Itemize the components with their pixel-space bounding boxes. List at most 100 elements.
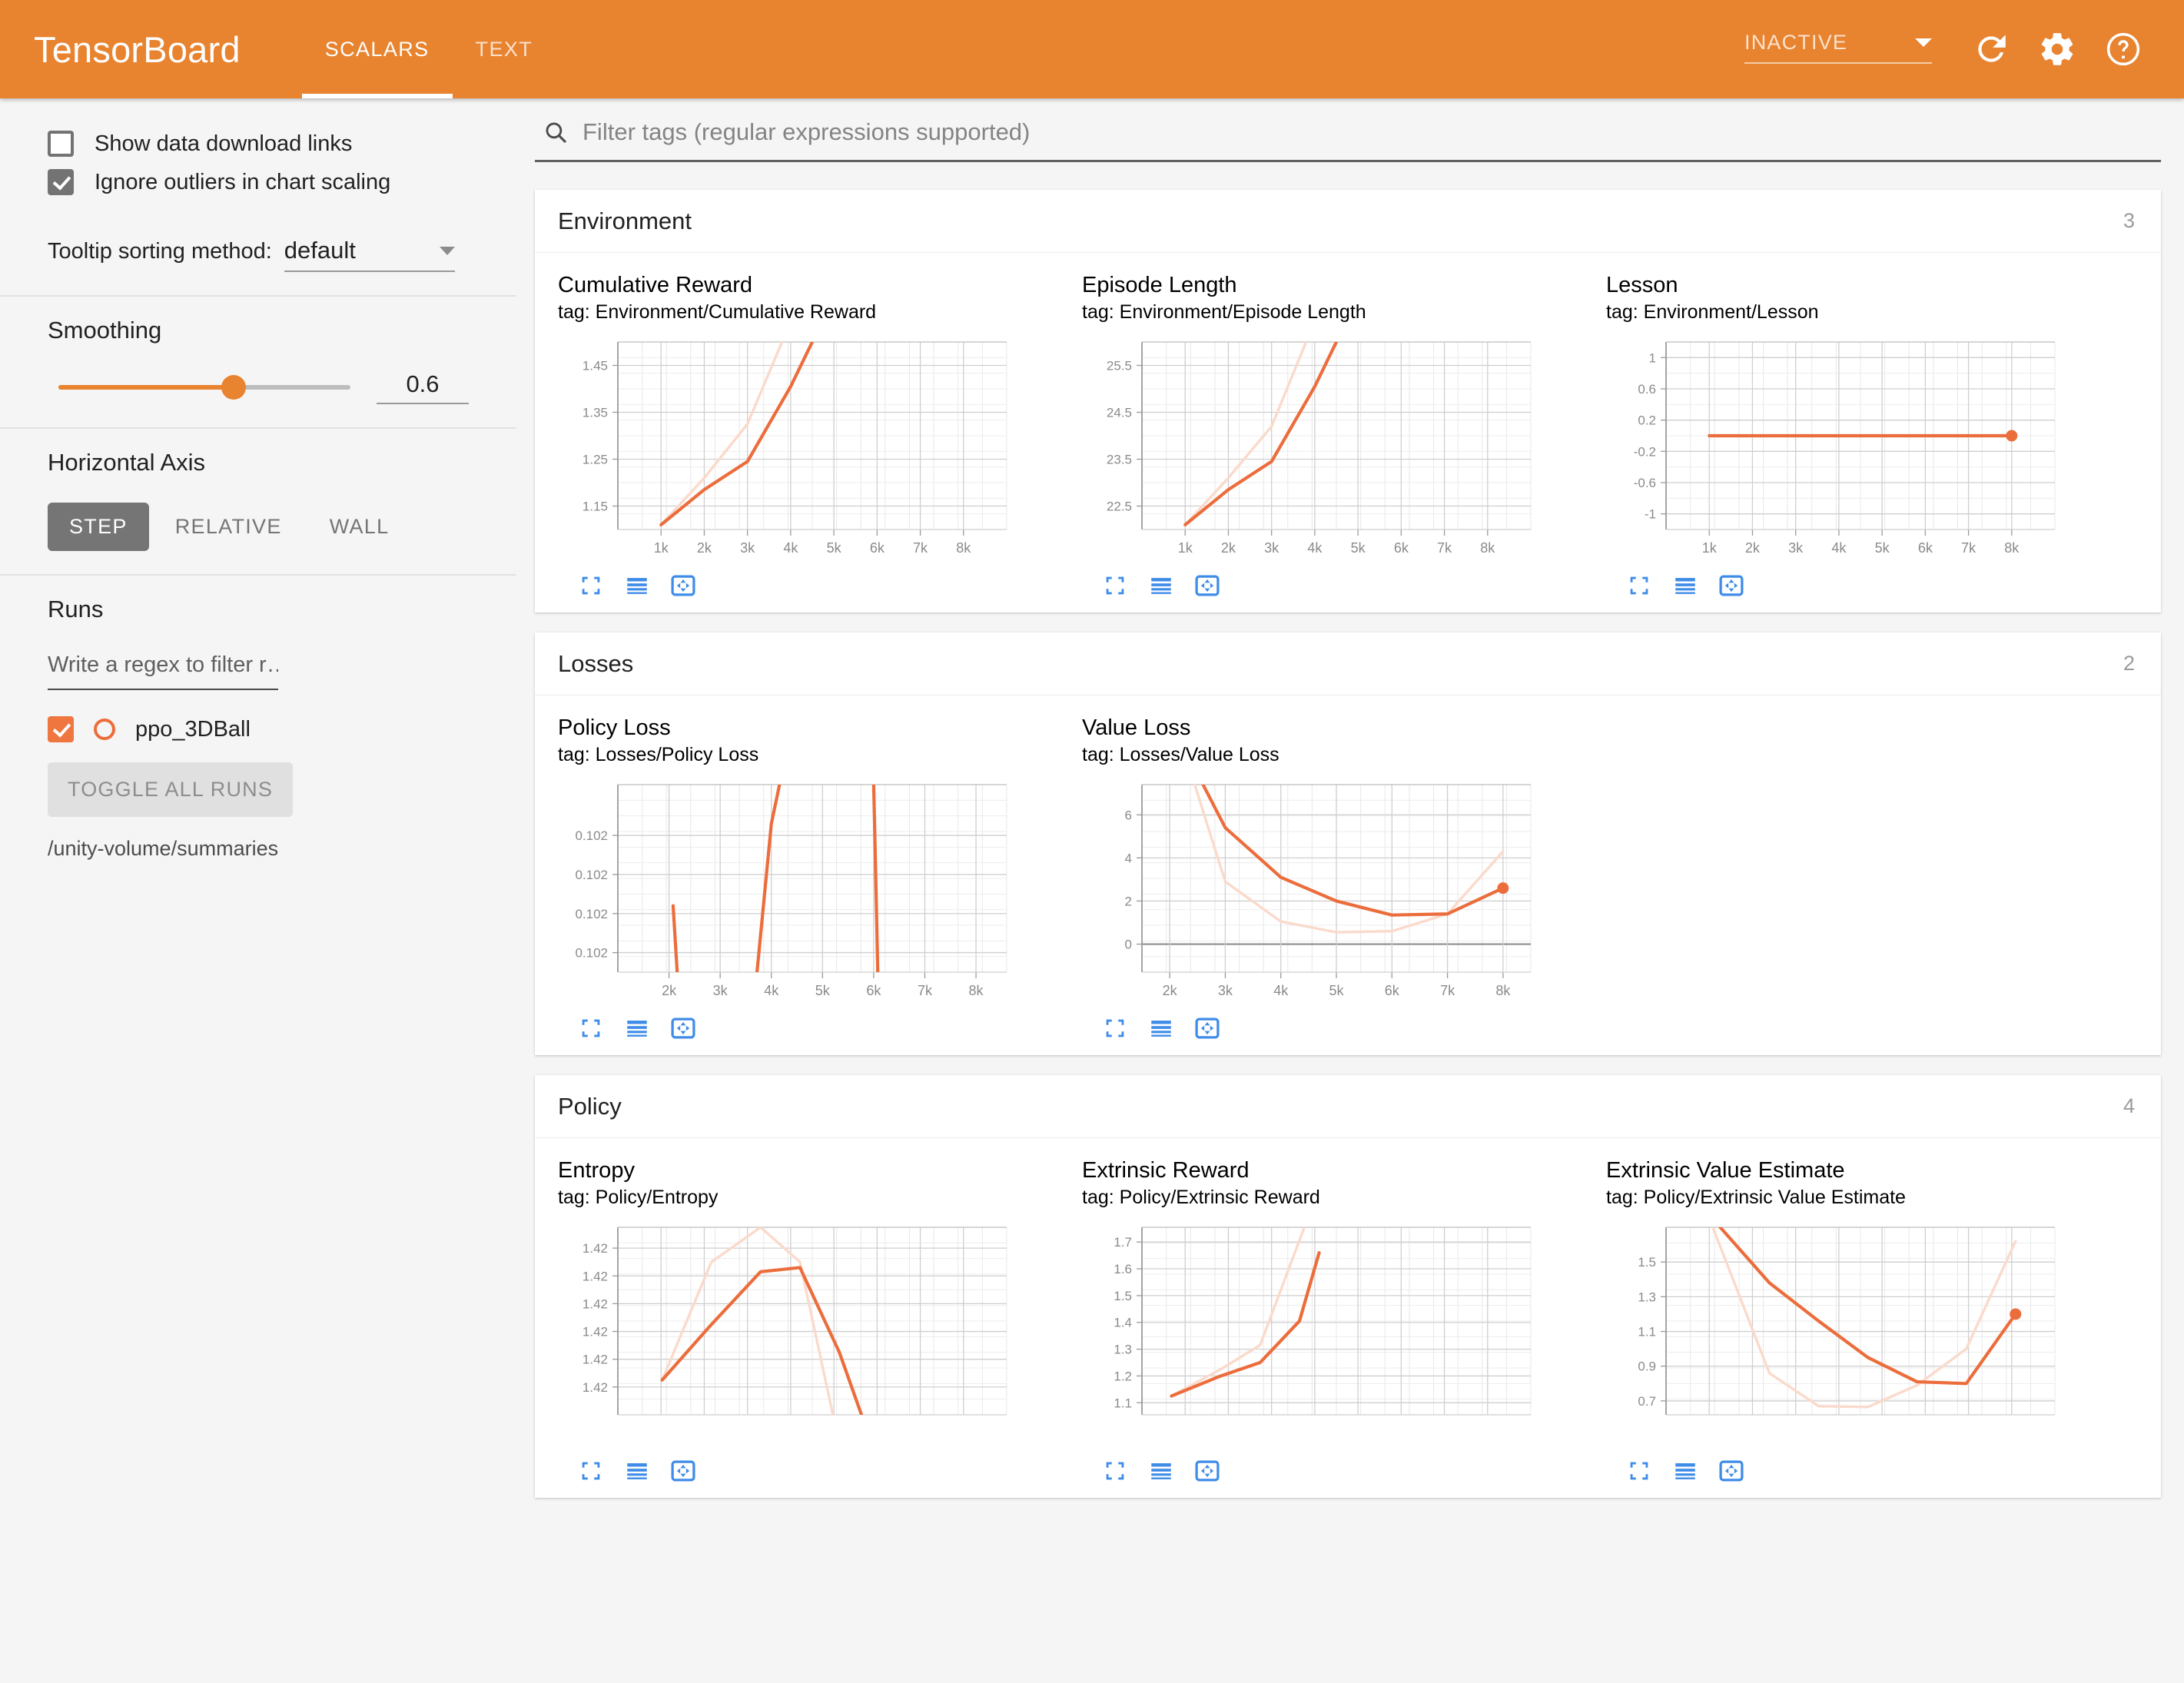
- expand-icon: [1630, 576, 1648, 595]
- svg-text:3k: 3k: [1218, 983, 1233, 998]
- expand-chart-button[interactable]: [578, 1458, 604, 1484]
- run-checkbox[interactable]: [48, 716, 74, 742]
- ignore-outliers-checkbox[interactable]: [48, 169, 74, 195]
- horizontal-axis-heading: Horizontal Axis: [48, 449, 206, 476]
- toggle-y-axis-button[interactable]: [624, 1015, 650, 1041]
- tab-scalars[interactable]: SCALARS: [301, 0, 453, 98]
- pan-icon: [671, 1460, 695, 1482]
- svg-text:1.4: 1.4: [1114, 1316, 1132, 1330]
- expand-chart-button[interactable]: [578, 1015, 604, 1041]
- app-body: Show data download links Ignore outliers…: [0, 98, 2184, 1683]
- svg-text:1.3: 1.3: [1638, 1290, 1656, 1304]
- svg-text:4: 4: [1125, 851, 1132, 865]
- expand-chart-button[interactable]: [1626, 573, 1652, 599]
- chart-plot-entropy[interactable]: 1.42 1.42 1.42 1.42 1.42 1.42: [558, 1220, 1082, 1450]
- svg-text:25.5: 25.5: [1107, 359, 1132, 373]
- run-item-ppo-3dball[interactable]: ppo_3DBall: [48, 716, 469, 742]
- svg-text:1k: 1k: [1702, 540, 1718, 556]
- toggle-y-axis-button[interactable]: [1148, 1458, 1174, 1484]
- svg-text:6k: 6k: [870, 540, 885, 556]
- chart-title: Lesson: [1606, 273, 1678, 297]
- toggle-y-axis-button[interactable]: [1148, 1015, 1174, 1041]
- tab-text[interactable]: TEXT: [453, 0, 556, 98]
- toggle-y-axis-button[interactable]: [624, 573, 650, 599]
- tooltip-sorting-select[interactable]: default: [284, 237, 455, 272]
- reset-zoom-button[interactable]: [1194, 1458, 1220, 1484]
- header-actions: INACTIVE: [1744, 16, 2156, 82]
- svg-text:4k: 4k: [783, 540, 798, 556]
- svg-text:5k: 5k: [815, 983, 831, 998]
- runs-filter-input[interactable]: [48, 649, 278, 690]
- expand-chart-button[interactable]: [578, 573, 604, 599]
- expand-chart-button[interactable]: [1102, 1458, 1128, 1484]
- runs-heading: Runs: [48, 596, 104, 622]
- chart-tag: tag: Losses/Policy Loss: [558, 744, 759, 765]
- svg-text:8k: 8k: [956, 540, 971, 556]
- help-icon: [2106, 32, 2140, 66]
- chart-plot-episode_length[interactable]: 22.5 23.5 24.5 25.5 1k 2k 3k 4k 5k 6k 7k 8k: [1082, 334, 1606, 565]
- sidebar-smoothing: Smoothing 0.6: [0, 297, 516, 429]
- chart-plot-value_loss[interactable]: 0 2 4 6 2k 3k 4k 5k 6k 7k 8k: [1082, 777, 1606, 1007]
- axis-option-step[interactable]: STEP: [48, 503, 149, 551]
- lines-icon: [1675, 1463, 1695, 1479]
- toggle-y-axis-button[interactable]: [1148, 573, 1174, 599]
- ignore-outliers-row[interactable]: Ignore outliers in chart scaling: [48, 169, 469, 195]
- section-header-environment[interactable]: Environment 3: [535, 190, 2161, 253]
- toggle-y-axis-button[interactable]: [1672, 573, 1698, 599]
- svg-text:7k: 7k: [913, 540, 928, 556]
- section-header-policy[interactable]: Policy 4: [535, 1075, 2161, 1138]
- svg-text:7k: 7k: [1961, 540, 1977, 556]
- reset-zoom-button[interactable]: [670, 1458, 696, 1484]
- toggle-all-runs-button[interactable]: TOGGLE ALL RUNS: [48, 762, 294, 817]
- sections-container: Environment 3 Cumulative Reward tag: Env…: [535, 190, 2161, 1498]
- expand-chart-button[interactable]: [1102, 573, 1128, 599]
- run-status-selector[interactable]: INACTIVE: [1744, 31, 1932, 68]
- smoothing-value[interactable]: 0.6: [377, 370, 469, 404]
- chart-toolbar: [1082, 565, 1606, 612]
- chart-plot-lesson[interactable]: -1 -0.6 -0.2 0.2 0.6 1 1k 2k 3k 4k 5k 6k 7k 8k: [1606, 334, 2130, 565]
- reset-zoom-button[interactable]: [670, 573, 696, 599]
- reset-zoom-button[interactable]: [1718, 1458, 1744, 1484]
- tag-filter-bar[interactable]: Filter tags (regular expressions support…: [535, 118, 2161, 162]
- chart-card-extrinsic_value_estimate: Extrinsic Value Estimate tag: Policy/Ext…: [1606, 1158, 2130, 1498]
- chart-card-lesson: Lesson tag: Environment/Lesson -1 -0.6 -0.…: [1606, 273, 2130, 612]
- reset-zoom-button[interactable]: [670, 1015, 696, 1041]
- reset-zoom-button[interactable]: [1194, 1015, 1220, 1041]
- svg-text:4k: 4k: [764, 983, 779, 998]
- smoothing-slider[interactable]: [58, 375, 350, 400]
- show-download-links-row[interactable]: Show data download links: [48, 131, 469, 157]
- axis-option-relative[interactable]: RELATIVE: [154, 503, 304, 551]
- section-chart-count: 4: [2123, 1094, 2135, 1117]
- chart-plot-extrinsic_reward[interactable]: 1.1 1.2 1.3 1.4 1.5 1.6 1.7: [1082, 1220, 1606, 1450]
- toggle-y-axis-button[interactable]: [1672, 1458, 1698, 1484]
- chart-grid: Cumulative Reward tag: Environment/Cumul…: [535, 253, 2161, 612]
- lines-icon: [627, 1463, 647, 1479]
- expand-chart-button[interactable]: [1102, 1015, 1128, 1041]
- reset-zoom-button[interactable]: [1718, 573, 1744, 599]
- smoothing-slider-fill: [58, 385, 234, 390]
- reset-zoom-button[interactable]: [1194, 573, 1220, 599]
- smoothing-slider-handle[interactable]: [221, 375, 246, 400]
- expand-chart-button[interactable]: [1626, 1458, 1652, 1484]
- app-header: TensorBoard SCALARS TEXT INACTIVE: [0, 0, 2184, 98]
- svg-text:8k: 8k: [2004, 540, 2020, 556]
- svg-text:5k: 5k: [1351, 540, 1366, 556]
- help-button[interactable]: [2090, 16, 2156, 82]
- svg-text:2k: 2k: [1163, 983, 1178, 998]
- refresh-button[interactable]: [1958, 16, 2024, 82]
- svg-text:4k: 4k: [1307, 540, 1323, 556]
- chart-tag: tag: Policy/Entropy: [558, 1187, 719, 1208]
- toggle-y-axis-button[interactable]: [624, 1458, 650, 1484]
- show-download-links-label: Show data download links: [95, 131, 353, 156]
- show-download-links-checkbox[interactable]: [48, 131, 74, 157]
- svg-text:0.102: 0.102: [575, 868, 608, 882]
- chart-tag: tag: Environment/Cumulative Reward: [558, 301, 877, 323]
- chart-plot-policy_loss[interactable]: 0.102 0.102 0.102 0.102 2k 3k 4k 5k 6k 7k 8k: [558, 777, 1082, 1007]
- chart-plot-extrinsic_value_estimate[interactable]: 0.7 0.9 1.1 1.3 1.5: [1606, 1220, 2130, 1450]
- section-card-policy: Policy 4 Entropy tag: Policy/Entropy 1.4…: [535, 1075, 2161, 1498]
- svg-text:5k: 5k: [1329, 983, 1344, 998]
- axis-option-wall[interactable]: WALL: [308, 503, 411, 551]
- settings-button[interactable]: [2024, 16, 2090, 82]
- section-header-losses[interactable]: Losses 2: [535, 632, 2161, 695]
- chart-plot-cumulative_reward[interactable]: 1.15 1.25 1.35 1.45 1k 2k 3k 4k 5k 6k 7k 8k: [558, 334, 1082, 565]
